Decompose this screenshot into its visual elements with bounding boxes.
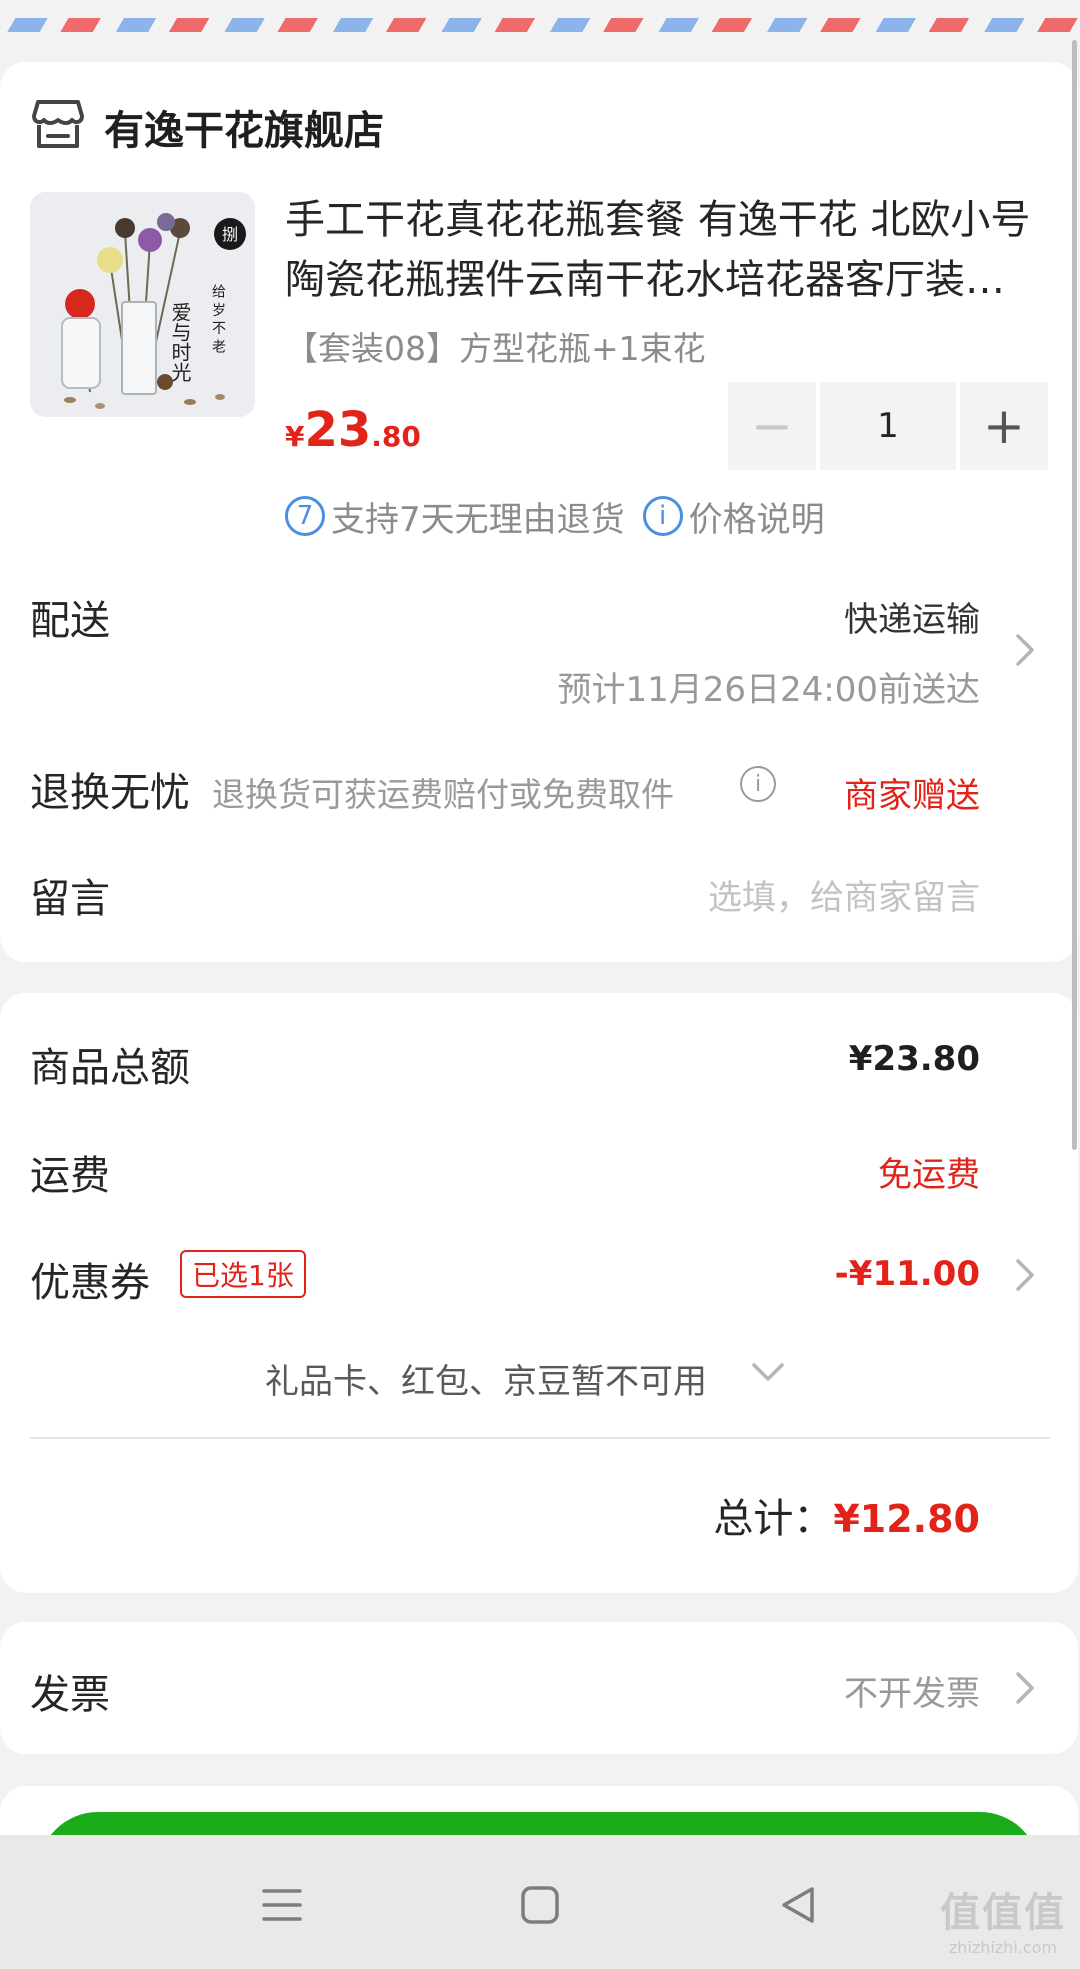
seven-day-return-text[interactable]: 支持7天无理由退货 [331, 492, 625, 541]
seven-day-return-icon: 7 [285, 496, 325, 536]
returns-desc: 退换货可获运费赔付或免费取件 [212, 775, 674, 814]
airmail-stripe [0, 0, 1080, 34]
total-label: 总计： [713, 1496, 834, 1542]
watermark-url: zhizhizhi.com [948, 1938, 1058, 1957]
watermark-logo: 值值值 zhizhizhi.com [928, 1880, 1078, 1957]
message-input[interactable]: 选填，给商家留言 [708, 870, 980, 919]
invoice-value[interactable]: 不开发票 [844, 1666, 980, 1715]
goods-total-value: ¥23.80 [848, 1039, 980, 1079]
increase-button[interactable]: + [960, 382, 1048, 470]
store-name[interactable]: 有逸干花旗舰店 [104, 98, 384, 156]
decrease-button[interactable]: − [728, 382, 816, 470]
returns-value: 商家赠送 [844, 776, 980, 816]
menu-icon[interactable] [252, 1875, 312, 1935]
shipping-value: 免运费 [878, 1155, 980, 1195]
invoice-label: 发票 [30, 1672, 110, 1718]
product-image-caption-1: 爱与时光 [168, 302, 192, 382]
returns-label: 退换无忧 [30, 770, 190, 816]
total-value: ¥12.80 [833, 1497, 980, 1541]
info-icon: i [642, 496, 683, 536]
summary-divider [30, 1437, 1050, 1439]
delivery-method[interactable]: 快递运输 [844, 592, 980, 641]
message-label: 留言 [30, 876, 110, 922]
chevron-right-icon[interactable] [1014, 632, 1036, 672]
price-currency: ¥ [285, 420, 305, 453]
coupon-label: 优惠券 [30, 1260, 150, 1306]
product-spec[interactable]: 【套装08】方型花瓶+1束花 [285, 322, 706, 370]
product-price: ¥23.80 [285, 402, 421, 458]
quantity-stepper: − 1 + [728, 382, 1048, 470]
product-image-caption-2: 给 岁 不 老 [210, 284, 226, 354]
delivery-eta: 预计11月26日24:00前送达 [557, 670, 980, 710]
returns-info-icon[interactable]: i [740, 766, 776, 802]
price-info-link[interactable]: 价格说明 [689, 492, 825, 541]
product-image[interactable]: 捌 爱与时光 给 岁 不 老 [30, 192, 255, 417]
back-icon[interactable] [768, 1875, 828, 1935]
product-image-seal: 捌 [222, 225, 238, 244]
coupon-value[interactable]: -¥11.00 [835, 1254, 980, 1294]
system-nav-bar [0, 1835, 1080, 1969]
price-decimal: .80 [371, 420, 421, 453]
scrollbar[interactable] [1072, 40, 1077, 1150]
home-icon[interactable] [510, 1875, 570, 1935]
coupon-chevron-right-icon[interactable] [1014, 1257, 1036, 1297]
price-integer: 23 [304, 402, 372, 458]
watermark-text: 值值值 [940, 1890, 1066, 1936]
unavailable-notice[interactable]: 礼品卡、红包、京豆暂不可用 [265, 1354, 707, 1403]
store-icon [30, 96, 86, 152]
product-title[interactable]: 手工干花真花花瓶套餐 有逸干花 北欧小号陶瓷花瓶摆件云南干花水培花器客厅装饰插花 [285, 190, 1035, 310]
shipping-label: 运费 [30, 1153, 110, 1199]
total-row: 总计： ¥12.80 [713, 1486, 980, 1544]
invoice-chevron-right-icon[interactable] [1014, 1670, 1036, 1710]
service-row: 7 支持7天无理由退货 i 价格说明 [285, 492, 825, 541]
goods-total-label: 商品总额 [30, 1045, 190, 1091]
delivery-label: 配送 [30, 598, 110, 644]
quantity-input[interactable]: 1 [820, 382, 956, 470]
coupon-selected-badge: 已选1张 [180, 1250, 306, 1298]
chevron-down-icon[interactable] [750, 1360, 786, 1388]
